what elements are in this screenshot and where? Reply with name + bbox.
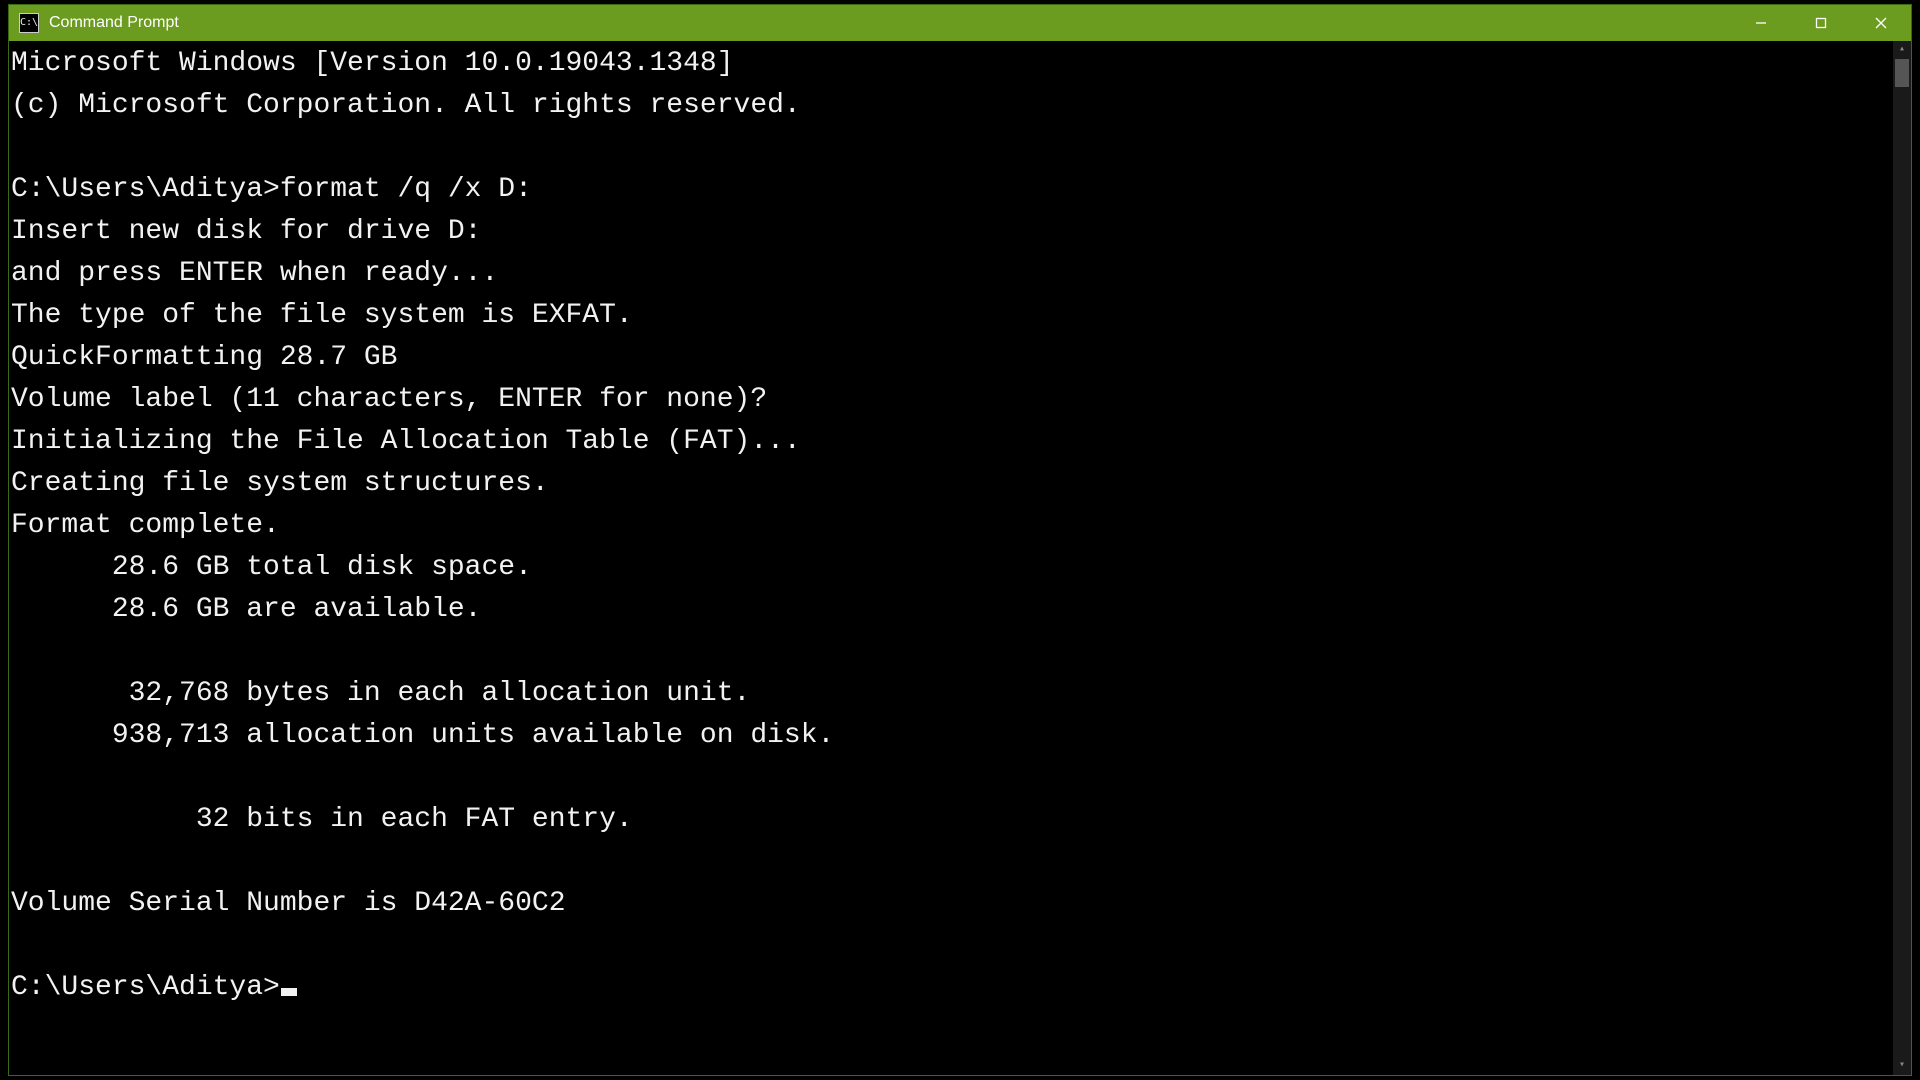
scrollbar-thumb[interactable] — [1895, 59, 1909, 87]
terminal-line — [11, 841, 1893, 883]
window-body: Microsoft Windows [Version 10.0.19043.13… — [9, 41, 1911, 1075]
terminal-line — [11, 757, 1893, 799]
terminal-line: The type of the file system is EXFAT. — [11, 295, 1893, 337]
prompt-text: C:\Users\Aditya> — [11, 972, 280, 1003]
terminal-line: QuickFormatting 28.7 GB — [11, 337, 1893, 379]
terminal-line: (c) Microsoft Corporation. All rights re… — [11, 85, 1893, 127]
minimize-icon — [1755, 17, 1767, 29]
scroll-up-arrow-icon[interactable]: ▴ — [1893, 41, 1911, 59]
minimize-button[interactable] — [1731, 5, 1791, 41]
terminal-line: Volume label (11 characters, ENTER for n… — [11, 379, 1893, 421]
terminal-line: Creating file system structures. — [11, 463, 1893, 505]
maximize-icon — [1815, 17, 1827, 29]
terminal-line: and press ENTER when ready... — [11, 253, 1893, 295]
terminal-line — [11, 631, 1893, 673]
cursor — [281, 988, 297, 996]
terminal-line — [11, 925, 1893, 967]
titlebar[interactable]: C:\ Command Prompt — [9, 5, 1911, 41]
close-button[interactable] — [1851, 5, 1911, 41]
terminal-line: Insert new disk for drive D: — [11, 211, 1893, 253]
terminal-line — [11, 127, 1893, 169]
terminal-line: 28.6 GB are available. — [11, 589, 1893, 631]
terminal-line: Microsoft Windows [Version 10.0.19043.13… — [11, 43, 1893, 85]
terminal-prompt-line[interactable]: C:\Users\Aditya> — [11, 967, 1893, 1009]
terminal-line: 938,713 allocation units available on di… — [11, 715, 1893, 757]
window-title: Command Prompt — [49, 14, 179, 32]
maximize-button[interactable] — [1791, 5, 1851, 41]
terminal-line: 32,768 bytes in each allocation unit. — [11, 673, 1893, 715]
terminal-line: C:\Users\Aditya>format /q /x D: — [11, 169, 1893, 211]
scroll-down-arrow-icon[interactable]: ▾ — [1893, 1057, 1911, 1075]
terminal-line: Initializing the File Allocation Table (… — [11, 421, 1893, 463]
terminal-line: Format complete. — [11, 505, 1893, 547]
terminal-output[interactable]: Microsoft Windows [Version 10.0.19043.13… — [9, 41, 1893, 1075]
terminal-line: 32 bits in each FAT entry. — [11, 799, 1893, 841]
vertical-scrollbar[interactable]: ▴ ▾ — [1893, 41, 1911, 1075]
app-icon: C:\ — [19, 13, 39, 33]
close-icon — [1875, 17, 1887, 29]
terminal-line: Volume Serial Number is D42A-60C2 — [11, 883, 1893, 925]
scrollbar-track[interactable] — [1893, 59, 1911, 1057]
command-prompt-window: C:\ Command Prompt Microsoft Windows [Ve… — [8, 4, 1912, 1076]
terminal-line: 28.6 GB total disk space. — [11, 547, 1893, 589]
